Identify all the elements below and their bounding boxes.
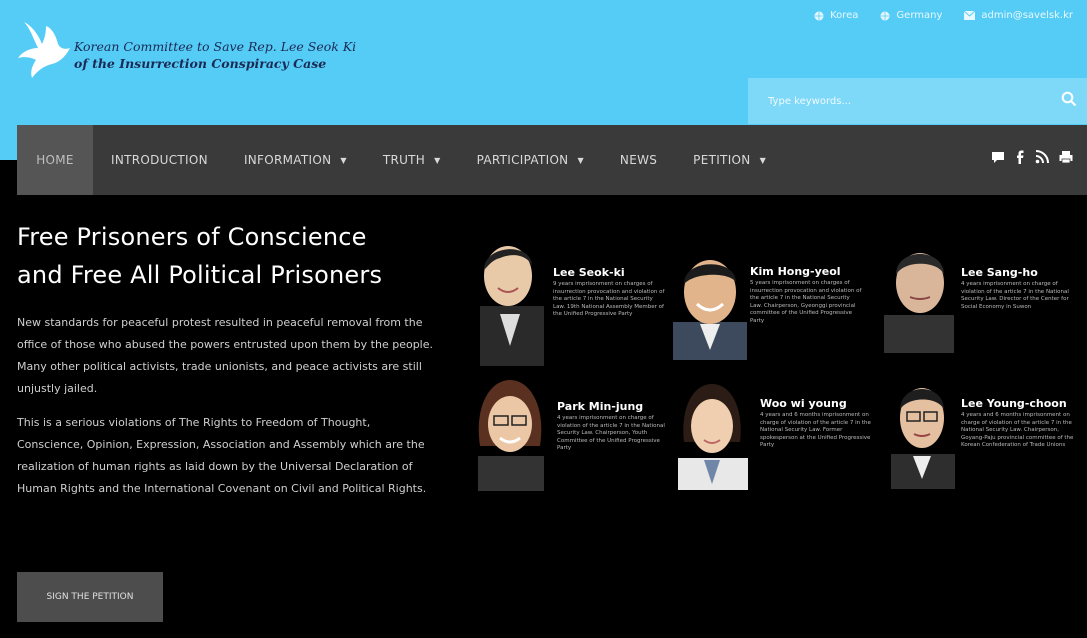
nav-news[interactable]: NEWS [602,125,675,195]
chevron-down-icon: ▼ [759,155,767,165]
hero-title-line1: Free Prisoners of Conscience [17,223,367,251]
org-name-line1: Korean Committee to Save Rep. Lee Seok K… [74,39,357,54]
chevron-down-icon: ▼ [577,155,584,165]
print-icon[interactable] [1059,150,1073,164]
hero-title: Free Prisoners of Conscience and Free Al… [17,218,382,294]
search-box [748,78,1087,124]
hero-text: New standards for peaceful protest resul… [17,312,437,500]
nav-label: PETITION [693,153,751,167]
nav-information[interactable]: INFORMATION ▼ [226,125,365,195]
prisoner-description: 5 years imprisonment on charges of insur… [750,280,862,324]
org-name-line2: of the Insurrection Conspiracy Case [74,56,327,71]
nav-truth[interactable]: TRUTH ▼ [365,125,459,195]
social-icons [991,150,1073,164]
toplink-label: Korea [830,10,859,21]
main-nav: HOME INTRODUCTION INFORMATION ▼ TRUTH ▼ PA… [17,125,1087,195]
nav-introduction[interactable]: INTRODUCTION [93,125,226,195]
chevron-down-icon: ▼ [340,155,347,165]
nav-label: INTRODUCTION [111,153,208,167]
prisoner-name: Lee Young-choon [961,397,1067,410]
prisoner-description: 9 years imprisonment on charges of insur… [553,281,665,317]
hero-paragraph: New standards for peaceful protest resul… [17,316,434,351]
chevron-down-icon: ▼ [434,155,441,165]
globe-icon [814,11,824,20]
portrait-image [678,384,748,490]
search-input[interactable] [766,94,1040,108]
nav-petition[interactable]: PETITION ▼ [675,125,784,195]
toplink-label: Germany [896,10,943,21]
search-icon[interactable] [1061,91,1077,107]
portrait-image [480,246,544,366]
nav-label: PARTICIPATION [476,153,569,167]
hero-paragraph: This is a serious violations of The Righ… [17,416,427,495]
prisoner-description: 4 years and 6 months imprisonment on cha… [961,412,1074,448]
prisoner-name: Lee Seok-ki [553,266,625,279]
portrait-image [891,388,955,489]
portrait-image [673,260,747,360]
nav-participation[interactable]: PARTICIPATION ▼ [459,125,602,195]
prisoner-description: 4 years imprisonment on charge of violat… [557,415,665,451]
envelope-icon [964,11,976,20]
nav-label: INFORMATION [243,153,332,167]
toplink-korea[interactable]: Korea [814,10,858,21]
nav-label: HOME [36,153,74,167]
facebook-icon[interactable] [1015,150,1025,164]
sign-petition-button[interactable]: SIGN THE PETITION [17,572,163,622]
nav-home[interactable]: HOME [17,125,93,195]
prisoner-description: 4 years imprisonment on charge of violat… [961,281,1069,310]
toplink-germany[interactable]: Germany [880,10,942,21]
toplink-email[interactable]: admin@savelsk.kr [964,10,1073,21]
prisoner-name: Kim Hong-yeol [750,265,841,278]
nav-label: TRUTH [382,153,426,167]
nav-label: NEWS [619,153,658,167]
prisoner-name: Woo wi young [760,397,847,410]
toplink-label: admin@savelsk.kr [981,10,1073,21]
hero-paragraph: Many other political activists, trade un… [17,360,422,395]
portrait-image [478,380,544,491]
rss-icon[interactable] [1035,150,1049,164]
dove-logo-icon [18,22,70,78]
globe-icon [880,11,890,20]
top-links: Korea Germany admin@savelsk.kr [814,10,1073,21]
prisoner-description: 4 years and 6 months imprisonment on cha… [760,412,871,448]
prisoner-name: Park Min-jung [557,400,644,413]
portrait-image [884,253,954,353]
chat-icon[interactable] [991,150,1005,164]
site-logo[interactable]: Korean Committee to Save Rep. Lee Seok K… [16,18,356,80]
hero-title-line2: and Free All Political Prisoners [17,261,383,289]
prisoner-name: Lee Sang-ho [961,266,1038,279]
